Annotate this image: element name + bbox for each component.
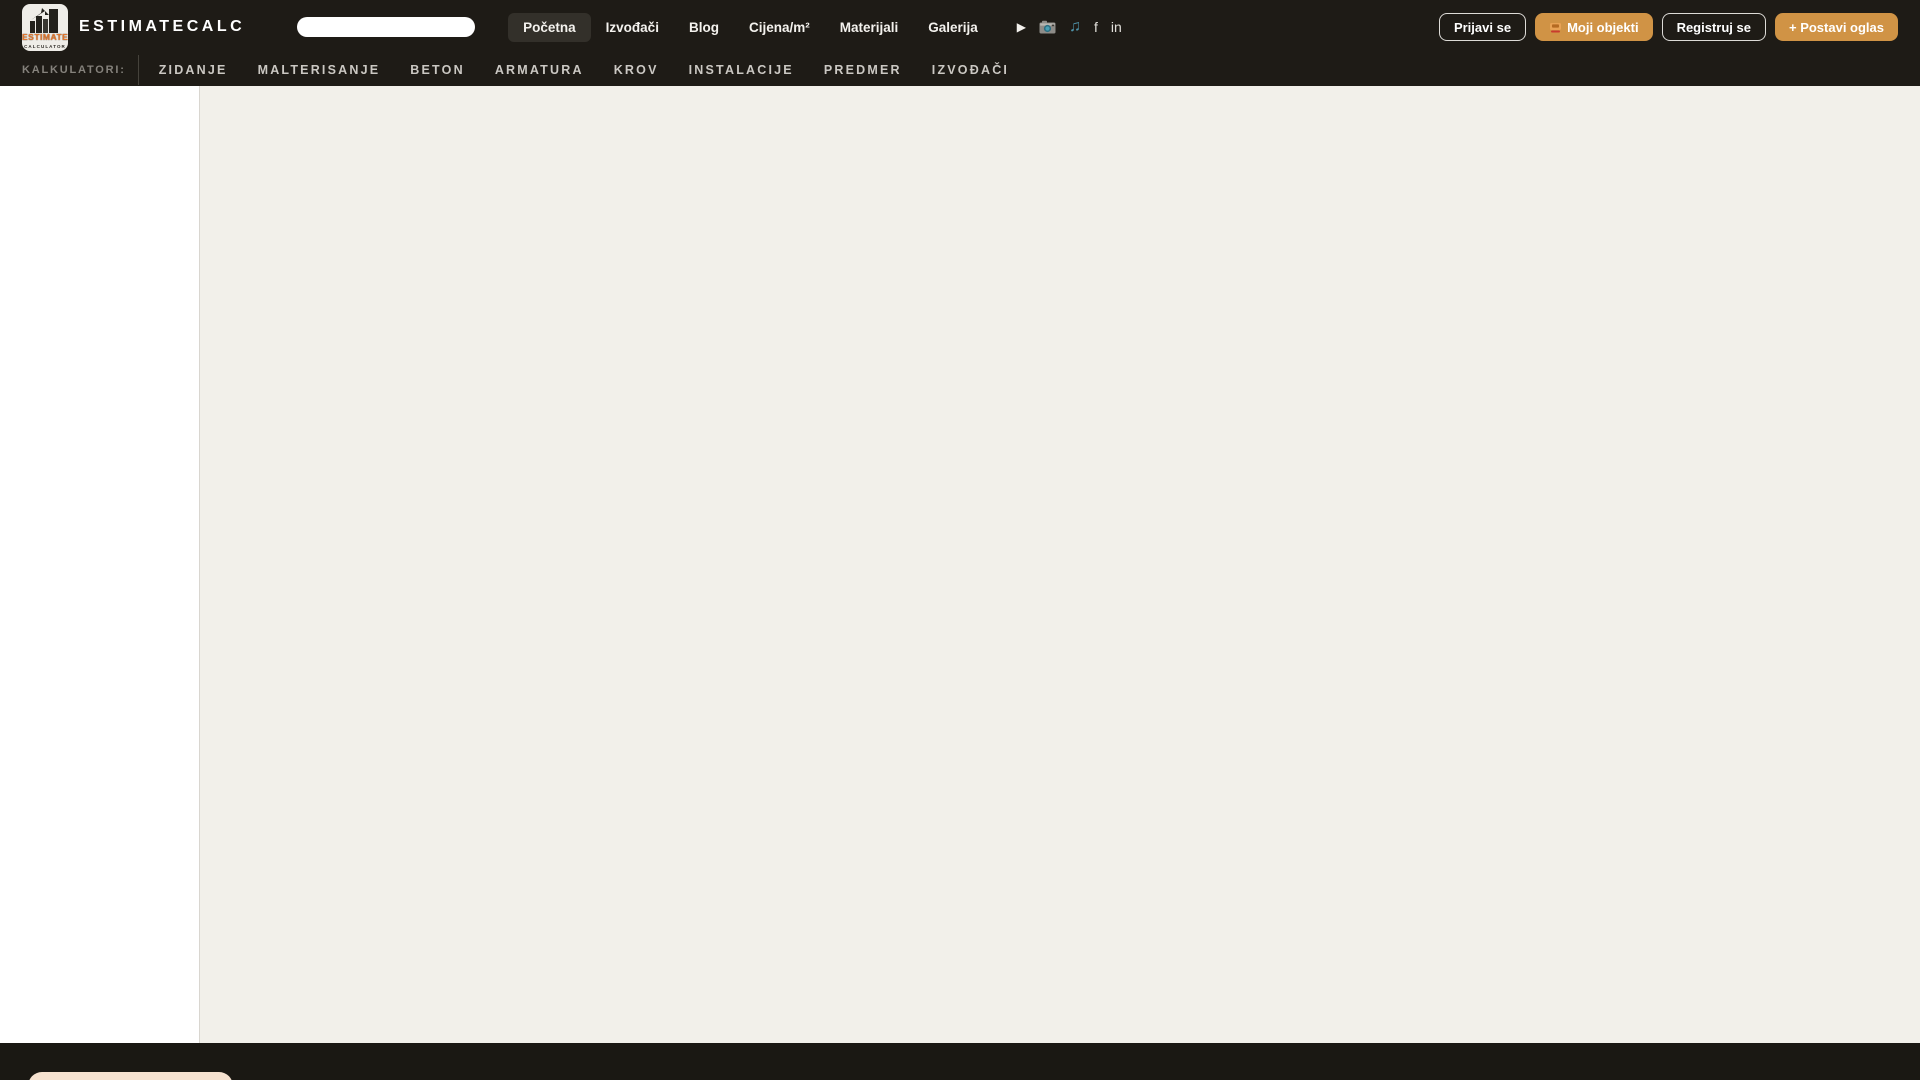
logo-text-calculator: CALCULATOR: [24, 43, 66, 49]
nav-item-pocetna[interactable]: Početna: [508, 12, 591, 42]
calc-item-malterisanje[interactable]: MALTERISANJE: [258, 63, 381, 77]
register-button[interactable]: Registruj se: [1661, 13, 1766, 41]
post-ad-button-label: + Postavi oglas: [1788, 19, 1884, 35]
footer-bar: [0, 1043, 1920, 1080]
calc-item-izvodaci[interactable]: IZVOĐAČI: [932, 63, 1009, 77]
post-ad-button[interactable]: + Postavi oglas: [1774, 13, 1898, 41]
nav-item-galerija[interactable]: Galerija: [913, 13, 993, 42]
header-main-row: ESTIMATE CALCULATOR ESTIMATECALC Početna…: [0, 0, 1920, 54]
left-sidebar: [0, 86, 200, 1043]
calculators-label: KALKULATORI:: [22, 64, 126, 76]
calc-item-beton[interactable]: BETON: [410, 63, 465, 77]
my-objects-button[interactable]: Moji objekti: [1535, 13, 1653, 41]
main-content-area: [201, 86, 1920, 1043]
calc-item-armatura[interactable]: ARMATURA: [495, 63, 584, 77]
top-header: ESTIMATE CALCULATOR ESTIMATECALC Početna…: [0, 0, 1920, 86]
page-content: [0, 86, 1920, 1043]
camera-icon[interactable]: [1039, 20, 1056, 34]
register-button-label: Registruj se: [1676, 19, 1751, 35]
header-actions: Prijavi se Moji objekti Registruj se + P…: [1438, 13, 1898, 41]
facebook-icon[interactable]: f: [1094, 20, 1098, 34]
brand-logo[interactable]: ESTIMATE CALCULATOR: [22, 3, 68, 51]
calc-item-krov[interactable]: KROV: [614, 63, 659, 77]
linkedin-icon[interactable]: in: [1111, 20, 1122, 34]
brand-name[interactable]: ESTIMATECALC: [79, 18, 245, 36]
search-input[interactable]: [297, 17, 476, 37]
my-objects-button-label: Moji objekti: [1567, 19, 1639, 35]
login-button[interactable]: Prijavi se: [1438, 13, 1527, 41]
nav-item-izvodaci[interactable]: Izvođači: [591, 13, 674, 42]
logo-buildings-icon: [30, 7, 58, 33]
my-objects-icon: [1549, 21, 1562, 34]
logo-text-estimate: ESTIMATE: [22, 31, 68, 42]
calc-item-instalacije[interactable]: INSTALACIJE: [689, 63, 794, 77]
nav-item-cijena-m2[interactable]: Cijena/m²: [734, 13, 825, 42]
calculators-divider: [137, 55, 139, 85]
login-button-label: Prijavi se: [1453, 19, 1512, 35]
footer-widget-button[interactable]: [28, 1072, 233, 1080]
social-icons: ▶ ♫ f in: [1017, 19, 1122, 35]
nav-item-materijali[interactable]: Materijali: [825, 13, 914, 42]
calc-item-zidanje[interactable]: ZIDANJE: [159, 63, 228, 77]
calculators-nav: ZIDANJE MALTERISANJE BETON ARMATURA KROV…: [159, 63, 1009, 77]
play-icon[interactable]: ▶: [1017, 21, 1026, 33]
calculators-nav-bar: KALKULATORI: ZIDANJE MALTERISANJE BETON …: [0, 54, 1920, 86]
calc-item-predmer[interactable]: PREDMER: [824, 63, 902, 77]
main-nav: Početna Izvođači Blog Cijena/m² Materija…: [508, 12, 993, 42]
nav-item-blog[interactable]: Blog: [674, 13, 734, 42]
music-note-icon[interactable]: ♫: [1069, 19, 1081, 35]
